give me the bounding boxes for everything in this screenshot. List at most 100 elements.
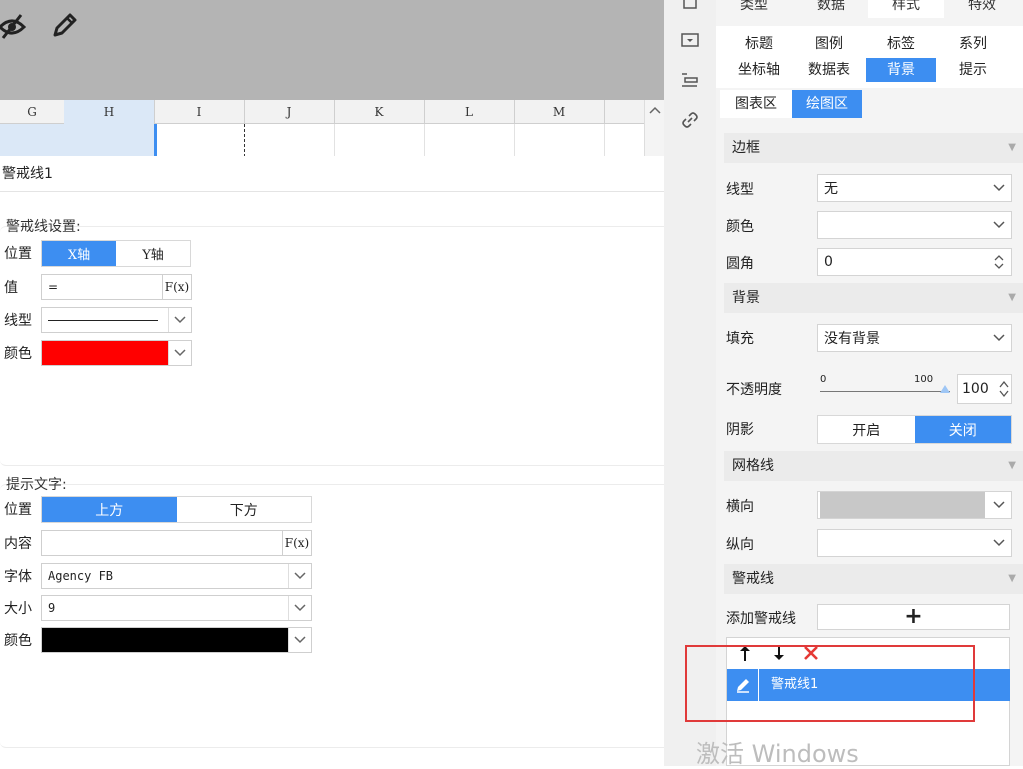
color-swatch xyxy=(820,492,985,518)
grid-row xyxy=(0,124,644,157)
grid-cell[interactable] xyxy=(334,124,425,157)
color-label: 颜色 xyxy=(4,346,32,362)
section-background-header[interactable]: 背景 ▼ xyxy=(724,283,1023,313)
square-icon[interactable] xyxy=(678,0,702,14)
area-tab-plot[interactable]: 绘图区 xyxy=(792,90,862,118)
border-line-type-select[interactable]: 无 xyxy=(817,174,1012,202)
border-color-select[interactable] xyxy=(817,211,1012,239)
section-border-header[interactable]: 边框 ▼ xyxy=(724,133,1023,163)
color-swatch xyxy=(42,628,288,652)
tab-data[interactable]: 数据 xyxy=(796,0,866,18)
eye-slash-icon[interactable] xyxy=(0,6,32,46)
tab-effects[interactable]: 特效 xyxy=(946,0,1018,18)
chevron-down-icon xyxy=(987,221,1011,229)
font-select[interactable]: Agency FB xyxy=(41,563,312,589)
size-select[interactable]: 9 xyxy=(41,595,312,621)
y-axis-option[interactable]: Y轴 xyxy=(116,241,190,266)
grid-cell[interactable] xyxy=(154,124,245,157)
grid-cell-selected[interactable] xyxy=(64,124,157,157)
opacity-slider-handle[interactable] xyxy=(940,385,950,393)
chevron-down-icon: ▼ xyxy=(1008,142,1016,153)
pencil-icon[interactable] xyxy=(44,6,84,46)
stepper-arrows-icon[interactable] xyxy=(987,253,1011,271)
grid-cell[interactable] xyxy=(244,124,335,157)
chevron-down-icon xyxy=(288,628,311,652)
subtab-axis[interactable]: 坐标轴 xyxy=(724,58,794,82)
radius-stepper[interactable]: 0 xyxy=(817,248,1012,276)
subtab-legend[interactable]: 图例 xyxy=(794,32,864,56)
tab-style[interactable]: 样式 xyxy=(868,0,944,18)
opacity-slider-track[interactable] xyxy=(820,391,950,392)
highlight-box xyxy=(685,645,975,722)
tip-color-picker[interactable] xyxy=(41,627,312,653)
grid-cell[interactable] xyxy=(0,124,65,157)
font-label: 字体 xyxy=(4,569,32,585)
tab-type[interactable]: 类型 xyxy=(724,0,784,18)
subtab-label[interactable]: 标签 xyxy=(866,32,936,56)
chevron-up-icon[interactable] xyxy=(649,106,661,114)
chevron-down-icon xyxy=(987,334,1011,342)
vertical-color-select[interactable] xyxy=(817,529,1012,557)
chevron-down-icon xyxy=(987,184,1011,192)
formula-button[interactable]: F(x) xyxy=(282,530,312,556)
value-input[interactable]: = xyxy=(41,274,163,300)
line-color-picker[interactable] xyxy=(41,340,192,366)
grid-cell[interactable] xyxy=(514,124,605,157)
opacity-max-label: 100 xyxy=(914,374,934,385)
add-warning-line-button[interactable]: + xyxy=(817,604,1010,630)
group-title: 警戒线设置: xyxy=(6,219,81,235)
column-header-row: G H I J K L M xyxy=(0,100,664,124)
grid-cell[interactable] xyxy=(424,124,515,157)
horizontal-label: 横向 xyxy=(726,499,754,515)
line-type-label: 线型 xyxy=(4,313,32,329)
fill-select[interactable]: 没有背景 xyxy=(817,324,1012,352)
chevron-down-icon xyxy=(168,308,191,332)
subtab-background[interactable]: 背景 xyxy=(866,58,936,82)
line-type-preview xyxy=(42,319,168,321)
opacity-min-label: 0 xyxy=(820,374,827,385)
subtab-series[interactable]: 系列 xyxy=(938,32,1008,56)
top-toolbar xyxy=(0,0,664,100)
border-color-label: 颜色 xyxy=(726,219,754,235)
above-option[interactable]: 上方 xyxy=(42,497,177,522)
subtab-title[interactable]: 标题 xyxy=(724,32,794,56)
column-header[interactable]: J xyxy=(244,100,335,124)
section-gridlines-header[interactable]: 网格线 ▼ xyxy=(724,451,1023,481)
column-header[interactable]: G xyxy=(0,100,65,124)
shadow-on-option[interactable]: 开启 xyxy=(818,416,915,443)
column-header[interactable]: L xyxy=(424,100,515,124)
size-label: 大小 xyxy=(4,601,32,617)
vertical-scrollbar[interactable] xyxy=(644,100,664,156)
add-warning-line-label: 添加警戒线 xyxy=(726,611,796,627)
warning-line-dialog: 警戒线1 警戒线设置: 位置 X轴 Y轴 值 = F(x) 线型 颜色 提示文字… xyxy=(0,156,696,766)
formula-button[interactable]: F(x) xyxy=(162,274,192,300)
column-header[interactable]: M xyxy=(514,100,605,124)
horizontal-color-select[interactable] xyxy=(817,491,1012,519)
vertical-label: 纵向 xyxy=(726,537,754,553)
link-icon[interactable] xyxy=(678,108,702,132)
column-header[interactable]: K xyxy=(334,100,425,124)
stepper-arrows-icon[interactable] xyxy=(997,379,1011,399)
below-option[interactable]: 下方 xyxy=(177,497,312,522)
opacity-stepper[interactable]: 100 xyxy=(957,374,1012,404)
content-input[interactable] xyxy=(41,530,283,556)
chevron-down-icon xyxy=(168,341,191,365)
x-axis-option[interactable]: X轴 xyxy=(42,241,116,266)
column-header-selected[interactable]: H xyxy=(64,100,155,124)
chevron-down-icon xyxy=(987,539,1011,547)
column-header[interactable]: I xyxy=(154,100,245,124)
dropdown-box-icon[interactable] xyxy=(678,28,702,52)
subtab-tooltip[interactable]: 提示 xyxy=(938,58,1008,82)
layout-list-icon[interactable] xyxy=(678,68,702,92)
color-swatch xyxy=(42,341,168,365)
section-title: 边框 xyxy=(732,140,760,156)
area-tab-chart[interactable]: 图表区 xyxy=(720,90,792,118)
group-title: 提示文字: xyxy=(6,477,67,493)
shadow-label: 阴影 xyxy=(726,422,754,438)
line-type-select[interactable] xyxy=(41,307,192,333)
position-label: 位置 xyxy=(4,502,32,518)
section-warning-lines-header[interactable]: 警戒线 ▼ xyxy=(724,564,1023,594)
subtab-datasheet[interactable]: 数据表 xyxy=(794,58,864,82)
shadow-off-option[interactable]: 关闭 xyxy=(914,416,1011,443)
chevron-down-icon: ▼ xyxy=(1008,292,1016,303)
